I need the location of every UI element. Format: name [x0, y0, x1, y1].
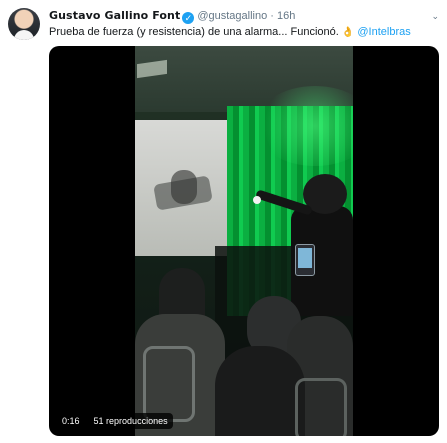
author-name[interactable]: Gustavo Gallino Font: [49, 9, 180, 22]
chevron-down-icon[interactable]: ⌄: [431, 8, 439, 24]
tweet-timestamp[interactable]: 16h: [277, 10, 295, 22]
tweet[interactable]: Gustavo Gallino Font ✓ @gustagallino · 16h…: [0, 0, 447, 443]
audience-member: [215, 346, 305, 436]
projection-screen: [135, 120, 227, 256]
author-handle[interactable]: @gustagallino: [197, 10, 267, 22]
chair: [295, 378, 347, 436]
video-badges: 0:16 51 reproducciones: [57, 413, 173, 429]
tweet-text: Prueba de fuerza (y resistencia) de una …: [49, 24, 439, 41]
projected-image-detail: [171, 170, 197, 204]
video-duration: 0:16: [57, 413, 85, 429]
video-player[interactable]: 0:16 51 reproducciones: [49, 46, 439, 436]
speaker-hand: [253, 196, 261, 204]
video-frame: [135, 46, 353, 436]
phone-screen: [298, 248, 312, 268]
avatar[interactable]: [8, 8, 40, 40]
chair: [143, 346, 195, 422]
phone-icon: [295, 244, 315, 276]
tweet-body: Prueba de fuerza (y resistencia) de una …: [49, 26, 342, 38]
mention-link[interactable]: @Intelbras: [357, 26, 410, 38]
avatar-shirt: [14, 30, 34, 40]
ok-hand-icon: 👌: [341, 27, 355, 38]
verified-icon: ✓: [182, 12, 195, 24]
tweet-header: Gustavo Gallino Font ✓ @gustagallino · 16h…: [49, 8, 439, 24]
separator-dot: ·: [270, 10, 274, 22]
video-view-count: 51 reproducciones: [88, 413, 173, 429]
